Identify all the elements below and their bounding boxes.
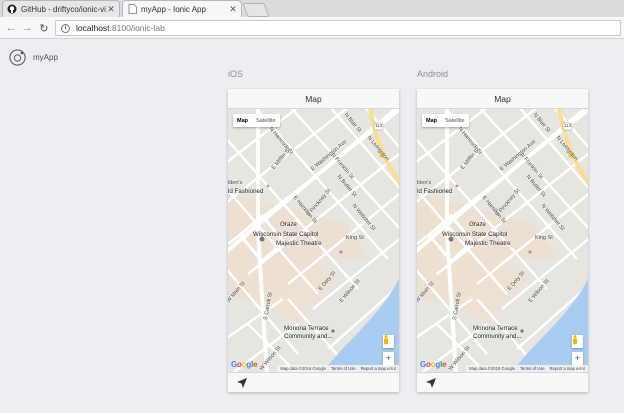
new-tab-button[interactable] bbox=[242, 3, 270, 17]
map-type-control: Map Satellite bbox=[422, 114, 469, 127]
map-type-map-button[interactable]: Map bbox=[422, 114, 441, 127]
google-map[interactable]: N Hancock St N Blair St N Livingston E W… bbox=[228, 109, 399, 372]
device-ios: Map N Hancock St N Blair St N Livingston… bbox=[228, 89, 399, 392]
tab-github[interactable]: GitHub - driftyco/ionic-vi ✕ bbox=[2, 0, 120, 17]
zoom-in-button[interactable]: + bbox=[386, 352, 391, 364]
platform-label-android: Android bbox=[417, 69, 449, 79]
back-icon[interactable]: ← bbox=[4, 21, 18, 35]
tab-title: myApp - Ionic App bbox=[141, 4, 206, 14]
close-tab-icon[interactable]: ✕ bbox=[228, 4, 238, 15]
device-android: Map N Hancock St N Blair St N Livingston… bbox=[417, 89, 588, 392]
street-label: lden's bbox=[228, 180, 243, 186]
address-bar[interactable]: i localhost:8100/ionic-lab bbox=[55, 20, 621, 36]
street-label: lden's bbox=[417, 180, 432, 186]
url-path: :8100/ionic-lab bbox=[109, 23, 165, 33]
place-label: ld Fashioned bbox=[417, 188, 453, 195]
google-logo-letter: e bbox=[253, 360, 258, 369]
map-type-map-button[interactable]: Map bbox=[233, 114, 252, 127]
map-type-satellite-button[interactable]: Satellite bbox=[252, 114, 280, 127]
github-icon bbox=[7, 4, 17, 14]
google-logo: Google bbox=[420, 360, 447, 369]
route-label: 113 bbox=[375, 123, 383, 128]
place-label: Monona Terrace bbox=[284, 325, 329, 332]
report-error-link[interactable]: Report a map error bbox=[550, 366, 585, 371]
place-label: Wisconsin State Capitol bbox=[253, 231, 319, 238]
app-name: myApp bbox=[33, 53, 58, 62]
place-label: Wisconsin State Capitol bbox=[442, 231, 508, 238]
pegman-icon[interactable] bbox=[383, 335, 394, 348]
tab-myapp[interactable]: myApp - Ionic App ✕ bbox=[122, 0, 242, 17]
forward-icon[interactable]: → bbox=[20, 21, 34, 35]
footer-toolbar bbox=[417, 372, 588, 392]
route-label: 113 bbox=[564, 123, 572, 128]
url-host: localhost bbox=[76, 23, 110, 33]
place-label: Graze bbox=[280, 221, 297, 228]
tab-title: GitHub - driftyco/ionic-vi bbox=[21, 4, 106, 14]
ionic-logo-icon bbox=[9, 49, 26, 66]
browser-tab-strip: GitHub - driftyco/ionic-vi ✕ myApp - Ion… bbox=[0, 0, 624, 17]
footer-toolbar bbox=[228, 372, 399, 392]
place-label: Community and... bbox=[284, 333, 333, 340]
pegman-icon[interactable] bbox=[572, 335, 583, 348]
map-type-satellite-button[interactable]: Satellite bbox=[441, 114, 469, 127]
google-map[interactable]: N Hancock St N Blair St N Livingston E W… bbox=[417, 109, 588, 372]
close-tab-icon[interactable]: ✕ bbox=[106, 4, 116, 15]
navigate-icon[interactable] bbox=[425, 377, 437, 389]
place-label: Community and... bbox=[473, 333, 522, 340]
place-label: Majestic Theatre bbox=[465, 240, 511, 247]
place-label: Majestic Theatre bbox=[276, 240, 322, 247]
zoom-in-button[interactable]: + bbox=[575, 352, 580, 364]
navigate-icon[interactable] bbox=[236, 377, 248, 389]
street-label: King St bbox=[346, 235, 364, 241]
page-icon bbox=[127, 4, 137, 14]
header-title: Map bbox=[228, 89, 399, 109]
map-attribution: Map data ©2016 Google Terms of Use Repor… bbox=[277, 365, 399, 372]
street-label: King St bbox=[535, 235, 553, 241]
attribution-text: Map data ©2016 Google bbox=[469, 366, 515, 371]
report-error-link[interactable]: Report a map error bbox=[361, 366, 396, 371]
reload-icon[interactable]: ↻ bbox=[37, 21, 51, 35]
place-label: Graze bbox=[469, 221, 486, 228]
google-logo-letter: e bbox=[442, 360, 447, 369]
site-info-icon[interactable]: i bbox=[61, 23, 70, 33]
map-type-control: Map Satellite bbox=[233, 114, 280, 127]
header-title: Map bbox=[417, 89, 588, 109]
attribution-text: Map data ©2016 Google bbox=[280, 366, 326, 371]
google-logo: Google bbox=[231, 360, 258, 369]
place-label: Monona Terrace bbox=[473, 325, 518, 332]
terms-link[interactable]: Terms of Use bbox=[520, 366, 545, 371]
map-attribution: Map data ©2016 Google Terms of Use Repor… bbox=[466, 365, 588, 372]
place-label: ld Fashioned bbox=[228, 188, 264, 195]
browser-toolbar: ← → ↻ i localhost:8100/ionic-lab bbox=[0, 17, 624, 39]
platform-label-ios: iOS bbox=[228, 69, 244, 79]
terms-link[interactable]: Terms of Use bbox=[331, 366, 356, 371]
